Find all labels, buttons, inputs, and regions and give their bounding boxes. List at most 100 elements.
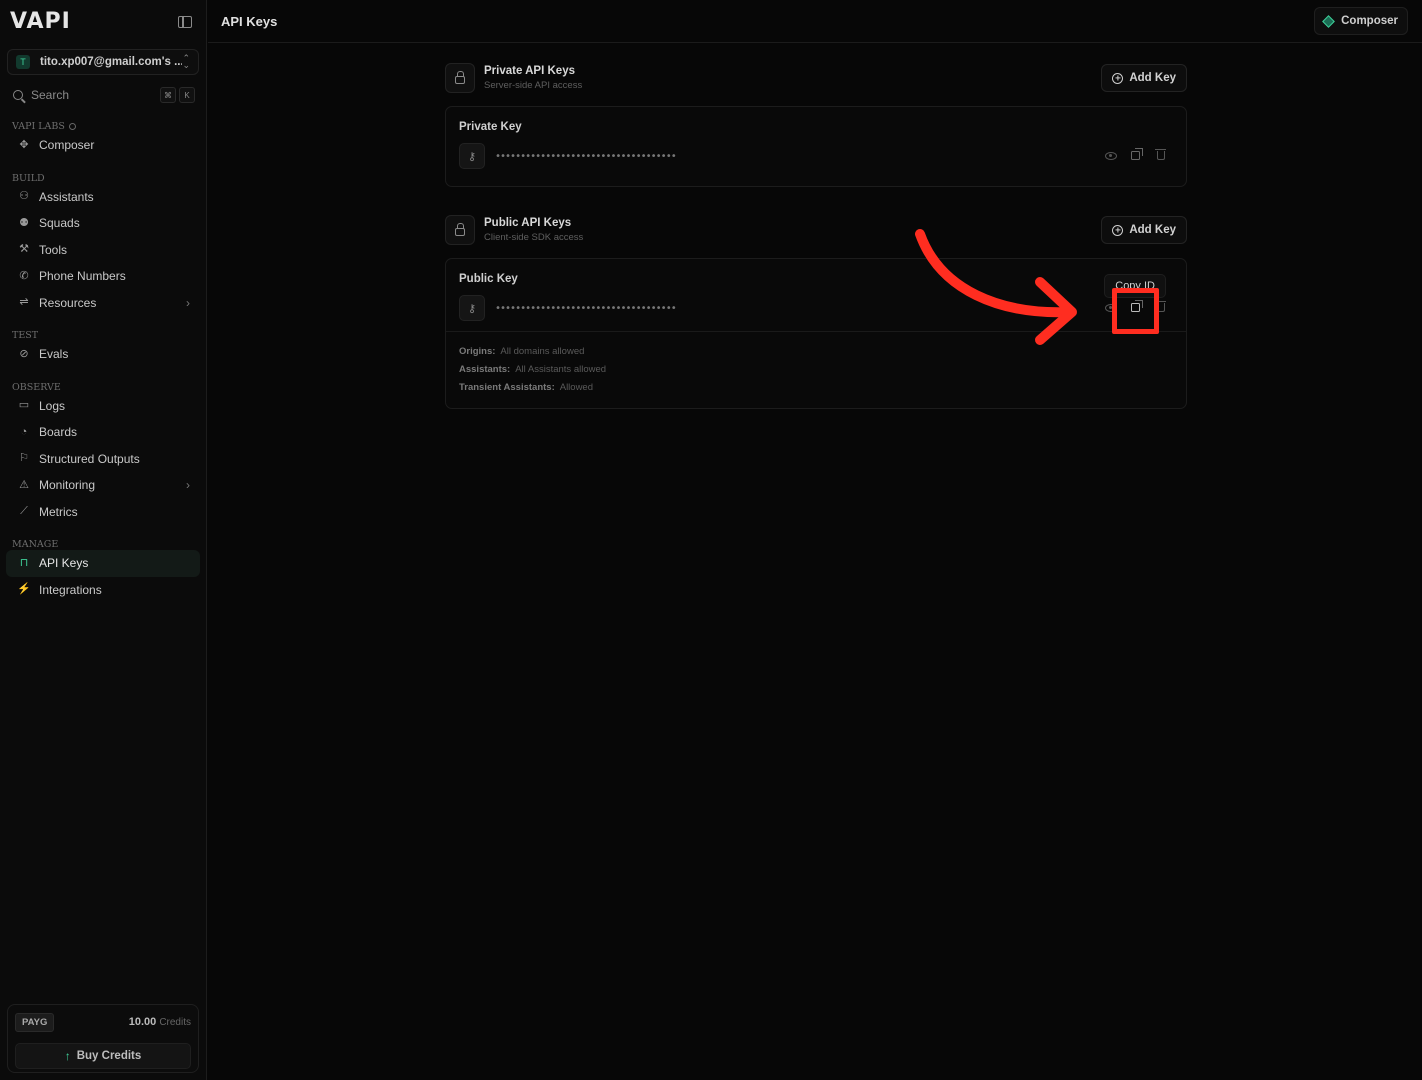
search-icon xyxy=(13,90,23,100)
meta-assistants: Assistants: All Assistants allowed xyxy=(459,360,1173,378)
kbd-k: K xyxy=(179,87,195,103)
masked-key: •••••••••••••••••••••••••••••••••••• xyxy=(495,150,677,162)
private-key-card: Private Key ⚷ ••••••••••••••••••••••••••… xyxy=(445,106,1187,187)
sliders-icon: ⇌ xyxy=(19,296,29,309)
add-private-key-button[interactable]: Add Key xyxy=(1101,64,1187,92)
private-keys-section: Private API Keys Server-side API access … xyxy=(445,62,1187,187)
lock-icon xyxy=(455,71,465,84)
section-manage: MANAGE xyxy=(0,539,206,550)
composer-icon: ✥ xyxy=(19,138,29,151)
buy-credits-label: Buy Credits xyxy=(76,1050,142,1062)
sidebar-item-label: Structured Outputs xyxy=(39,451,140,466)
key-actions xyxy=(1104,148,1167,162)
sidebar-toggle-icon[interactable] xyxy=(178,15,192,28)
section-label: BUILD xyxy=(12,172,45,184)
trash-icon[interactable] xyxy=(1154,149,1167,162)
add-public-key-button[interactable]: Add Key xyxy=(1101,216,1187,244)
phone-icon: ✆ xyxy=(19,269,29,282)
sidebar-item-evals[interactable]: ⊘ Evals xyxy=(6,341,200,368)
section-build: BUILD xyxy=(0,173,206,184)
composer-label: Composer xyxy=(1341,15,1398,27)
credit-balance: 10.00 Credits xyxy=(129,1016,191,1028)
section-label: VAPI LABS xyxy=(12,121,65,132)
key-row: ⚷ •••••••••••••••••••••••••••••••••••• xyxy=(459,143,1173,169)
meta-value: All domains allowed xyxy=(500,345,585,357)
meta-key: Assistants: xyxy=(459,363,511,375)
org-switcher[interactable]: T tito.xp007@gmail.com's ... ⌃ ⌄ xyxy=(7,49,199,75)
sidebar-item-boards[interactable]: ◔ Boards xyxy=(6,419,200,446)
lock-icon: ⊓ xyxy=(19,556,29,569)
sidebar-item-label: Metrics xyxy=(39,504,78,519)
section-label: MANAGE xyxy=(12,539,59,550)
vapi-logo[interactable]: VAPI xyxy=(10,9,71,34)
sidebar-item-label: Boards xyxy=(39,425,78,440)
composer-diamond-icon xyxy=(1322,14,1335,28)
meta-key: Origins: xyxy=(459,345,496,357)
plus-circle-icon xyxy=(1112,224,1124,236)
line-chart-icon: ⟋ xyxy=(20,505,28,518)
sidebar-item-label: Integrations xyxy=(39,582,102,597)
section-test: TEST xyxy=(0,330,206,341)
credit-amount: 10.00 xyxy=(128,1016,157,1028)
card-title: Private Key xyxy=(459,121,522,133)
check-circle-icon: ⊘ xyxy=(19,347,29,360)
add-key-label: Add Key xyxy=(1129,72,1176,84)
warning-icon: ⚠ xyxy=(19,478,29,491)
flag-icon: ⚐ xyxy=(19,452,29,465)
buy-credits-button[interactable]: ↑ Buy Credits xyxy=(15,1043,191,1069)
section-title: Public API Keys xyxy=(484,217,572,229)
private-keys-header: Private API Keys Server-side API access … xyxy=(445,62,1187,94)
sidebar-item-api-keys[interactable]: ⊓ API Keys xyxy=(6,550,200,577)
user-icon: ⚇ xyxy=(19,190,29,203)
sidebar-item-resources[interactable]: ⇌ Resources › xyxy=(6,290,200,317)
sidebar-item-composer[interactable]: ✥ Composer xyxy=(6,132,200,159)
chevron-right-icon: › xyxy=(186,295,190,310)
lock-icon xyxy=(455,223,465,236)
sidebar-item-structured-outputs[interactable]: ⚐ Structured Outputs xyxy=(6,446,200,473)
sidebar-item-label: Logs xyxy=(39,398,66,413)
info-icon[interactable] xyxy=(68,123,76,130)
sidebar-item-logs[interactable]: ▭ Logs xyxy=(6,393,200,420)
copy-icon[interactable] xyxy=(1129,148,1143,162)
sidebar-item-label: Squads xyxy=(39,216,80,231)
page-title: API Keys xyxy=(221,13,278,29)
inbox-icon: ▭ xyxy=(18,399,30,412)
section-title: Private API Keys xyxy=(484,65,575,77)
kbd-cmd: ⌘ xyxy=(160,87,176,103)
add-key-label: Add Key xyxy=(1129,224,1176,236)
sidebar-item-integrations[interactable]: ⚡ Integrations xyxy=(6,577,200,604)
lock-icon-box xyxy=(445,63,475,93)
sidebar-item-label: Phone Numbers xyxy=(39,269,126,284)
wrench-icon: ⚒ xyxy=(19,243,29,256)
org-name: tito.xp007@gmail.com's ... xyxy=(40,56,183,68)
section-vapi-labs: VAPI LABS xyxy=(0,121,206,132)
chevron-right-icon: › xyxy=(186,478,190,493)
meta-key: Transient Assistants: xyxy=(459,381,555,393)
key-icon: ⚷ xyxy=(459,295,485,321)
sidebar-item-assistants[interactable]: ⚇ Assistants xyxy=(6,184,200,211)
sidebar-item-metrics[interactable]: ⟋ Metrics xyxy=(6,499,200,526)
sidebar: VAPI T tito.xp007@gmail.com's ... ⌃ ⌄ Sea… xyxy=(0,0,207,1080)
meta-value: Allowed xyxy=(559,381,594,393)
masked-key: •••••••••••••••••••••••••••••••••••• xyxy=(495,302,677,314)
topbar: API Keys Composer xyxy=(208,0,1422,43)
section-label: OBSERVE xyxy=(12,381,61,393)
search-bar[interactable]: Search ⌘ K xyxy=(7,83,199,107)
logo-row: VAPI xyxy=(0,0,206,43)
section-observe: OBSERVE xyxy=(0,382,206,393)
sidebar-item-label: API Keys xyxy=(39,556,89,571)
sidebar-item-squads[interactable]: ⚉ Squads xyxy=(6,210,200,237)
eye-icon[interactable] xyxy=(1104,149,1117,162)
lock-icon-box xyxy=(445,215,475,245)
meta-value: All Assistants allowed xyxy=(515,363,607,375)
sidebar-item-tools[interactable]: ⚒ Tools xyxy=(6,237,200,264)
credits-panel: PAYG 10.00 Credits ↑ Buy Credits xyxy=(7,1004,199,1073)
composer-button[interactable]: Composer xyxy=(1314,7,1408,35)
plus-circle-icon xyxy=(1112,72,1124,84)
sidebar-item-monitoring[interactable]: ⚠ Monitoring › xyxy=(6,472,200,499)
arrow-up-icon: ↑ xyxy=(64,1049,71,1063)
section-subtitle: Server-side API access xyxy=(484,80,583,91)
sidebar-item-label: Composer xyxy=(39,138,95,153)
users-icon: ⚉ xyxy=(19,216,29,229)
sidebar-item-phone-numbers[interactable]: ✆ Phone Numbers xyxy=(6,263,200,290)
